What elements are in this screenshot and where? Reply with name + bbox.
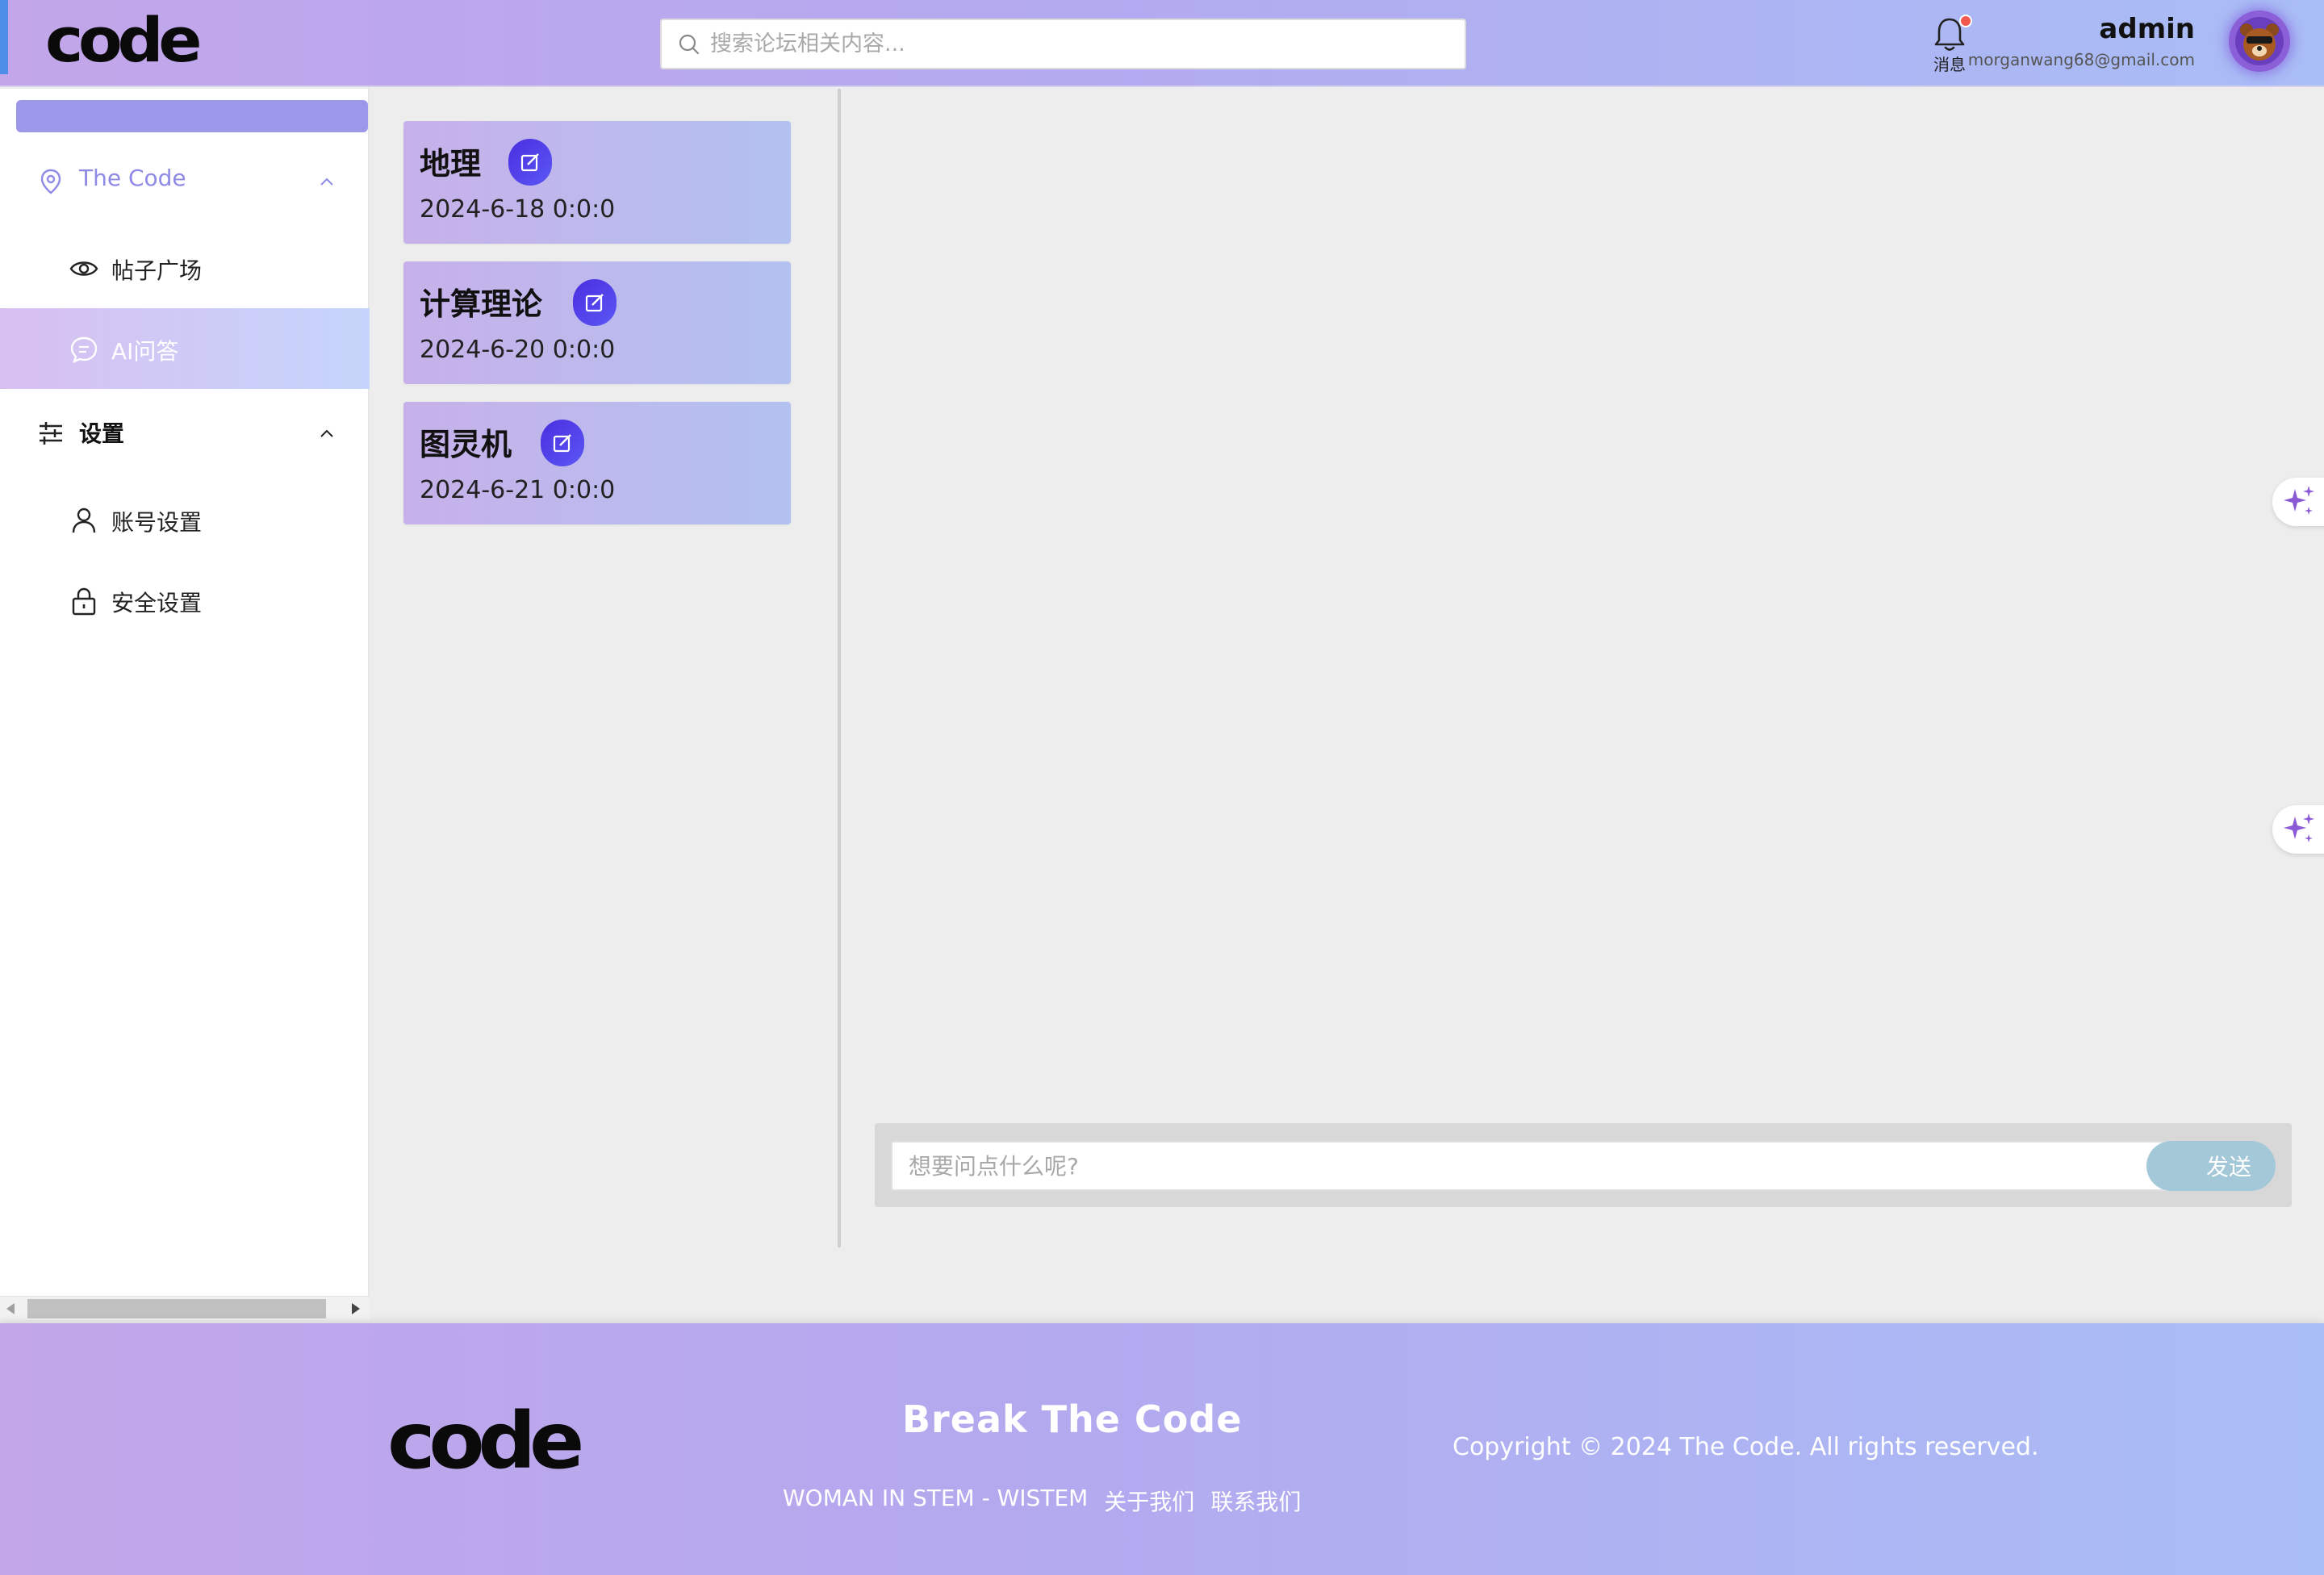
user-email: morganwang68@gmail.com bbox=[1967, 50, 2195, 69]
footer-links: WOMAN IN STEM - WISTEM 关于我们 联系我们 bbox=[783, 1485, 1301, 1517]
notifications-label: 消息 bbox=[1933, 55, 1966, 74]
site-logo[interactable]: code bbox=[45, 10, 202, 71]
edit-conversation-button[interactable] bbox=[541, 420, 584, 466]
footer-link-contact[interactable]: 联系我们 bbox=[1210, 1485, 1301, 1517]
footer-logo: code bbox=[387, 1396, 584, 1486]
sidebar-top-banner bbox=[16, 100, 368, 132]
sidebar-item-label: 安全设置 bbox=[111, 590, 203, 616]
edit-icon bbox=[520, 153, 539, 172]
chevron-up-icon bbox=[320, 429, 333, 437]
sidebar-item-label: AI问答 bbox=[111, 338, 179, 365]
sidebar-item-label: 账号设置 bbox=[111, 509, 203, 536]
scroll-right-arrow-icon[interactable] bbox=[352, 1303, 360, 1314]
chat-input-bar: 发送 bbox=[875, 1123, 2292, 1207]
sidebar-group-settings[interactable]: 设置 bbox=[0, 392, 370, 473]
ai-assistant-float-button[interactable] bbox=[2272, 805, 2324, 854]
lock-icon bbox=[72, 587, 96, 616]
sidebar-item-security-settings[interactable]: 安全设置 bbox=[0, 560, 370, 641]
bear-avatar-icon bbox=[2235, 17, 2284, 65]
footer-tagline: Break The Code bbox=[902, 1397, 1243, 1441]
eye-icon bbox=[69, 261, 98, 276]
chat-bubble-icon bbox=[70, 336, 98, 364]
conversation-card[interactable]: 计算理论 2024-6-20 0:0:0 bbox=[403, 261, 791, 384]
sidebar-item-posts[interactable]: 帖子广场 bbox=[0, 228, 370, 308]
search-input[interactable] bbox=[710, 31, 1436, 56]
sidebar-item-account-settings[interactable]: 账号设置 bbox=[0, 479, 370, 560]
chevron-up-icon bbox=[320, 178, 333, 186]
sidebar-group-label: The Code bbox=[79, 165, 186, 191]
footer-link-wistem[interactable]: WOMAN IN STEM - WISTEM bbox=[783, 1485, 1088, 1517]
top-header: code 消息 admin morganwang68@gmail.com bbox=[0, 0, 2324, 87]
notifications-button[interactable]: 消息 bbox=[1929, 11, 1972, 76]
notification-dot bbox=[1959, 15, 1972, 27]
edit-conversation-button[interactable] bbox=[573, 279, 617, 326]
sliders-icon bbox=[40, 422, 62, 445]
user-avatar[interactable] bbox=[2229, 10, 2290, 72]
edit-conversation-button[interactable] bbox=[508, 139, 552, 186]
location-pin-icon bbox=[40, 169, 61, 194]
sidebar-group-label: 设置 bbox=[79, 420, 125, 447]
conversation-title: 地理 bbox=[420, 146, 482, 182]
send-button[interactable]: 发送 bbox=[2146, 1141, 2276, 1191]
conversation-card[interactable]: 地理 2024-6-18 0:0:0 bbox=[403, 121, 791, 244]
header-accent-bar bbox=[0, 0, 8, 74]
sparkle-icon bbox=[2284, 813, 2314, 842]
sidebar-horizontal-scrollbar[interactable] bbox=[0, 1296, 370, 1320]
conversation-date: 2024-6-21 0:0:0 bbox=[420, 476, 616, 504]
user-name: admin bbox=[2099, 13, 2195, 45]
sidebar-item-ai-qa[interactable]: AI问答 bbox=[0, 308, 370, 389]
search-bar[interactable] bbox=[660, 19, 1466, 69]
sparkle-icon bbox=[2284, 486, 2314, 515]
ai-assistant-float-button[interactable] bbox=[2272, 478, 2324, 526]
conversation-date: 2024-6-20 0:0:0 bbox=[420, 336, 616, 364]
conversation-card[interactable]: 图灵机 2024-6-21 0:0:0 bbox=[403, 402, 791, 524]
sidebar-item-label: 帖子广场 bbox=[111, 257, 203, 284]
sidebar: The Code 帖子广场 AI问答 设置 账号设置 安全设置 bbox=[0, 89, 370, 1320]
edit-icon bbox=[585, 294, 604, 312]
chat-input[interactable] bbox=[891, 1141, 2197, 1191]
sidebar-group-the-code[interactable]: The Code bbox=[0, 140, 370, 221]
footer-copyright: Copyright © 2024 The Code. All rights re… bbox=[1452, 1433, 2039, 1461]
conversation-date: 2024-6-18 0:0:0 bbox=[420, 195, 616, 224]
conversation-title: 图灵机 bbox=[420, 427, 512, 462]
edit-icon bbox=[553, 434, 571, 453]
search-icon bbox=[678, 32, 702, 56]
user-icon bbox=[72, 508, 96, 533]
conversation-title: 计算理论 bbox=[420, 286, 543, 322]
footer-link-about[interactable]: 关于我们 bbox=[1104, 1485, 1194, 1517]
panel-divider[interactable] bbox=[838, 89, 841, 1247]
footer: code Break The Code WOMAN IN STEM - WIST… bbox=[0, 1323, 2324, 1575]
scroll-left-arrow-icon[interactable] bbox=[6, 1303, 15, 1314]
scrollbar-thumb[interactable] bbox=[27, 1299, 326, 1318]
